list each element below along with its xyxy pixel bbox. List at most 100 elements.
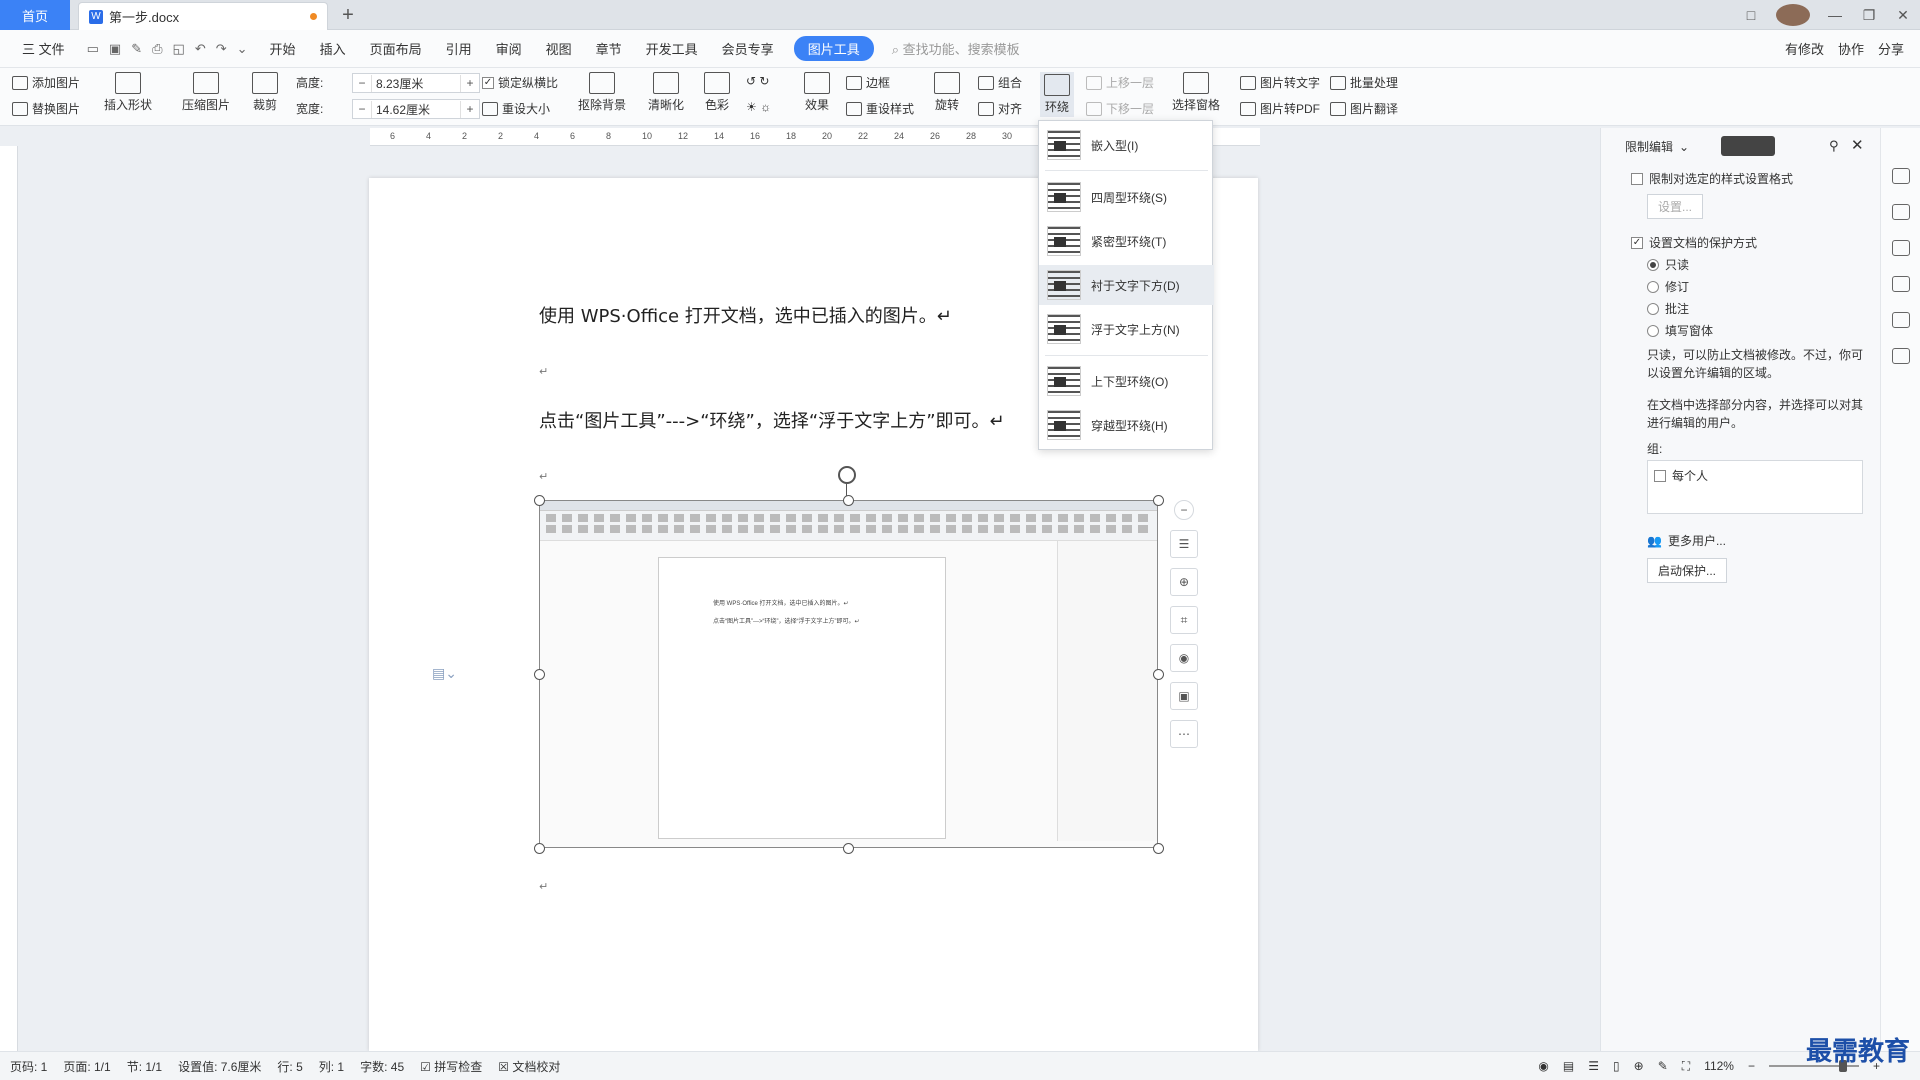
wrap-front-item[interactable]: 浮于文字上方(N) [1039, 309, 1214, 349]
border-button[interactable]: 边框 [846, 74, 890, 91]
panel-close-icon[interactable]: ✕ [1851, 136, 1864, 154]
img-to-pdf-button[interactable]: 图片转PDF [1240, 100, 1320, 117]
crop-float-icon[interactable]: ⌗ [1170, 606, 1198, 634]
send-backward-button[interactable]: 下移一层 [1086, 100, 1154, 117]
zoom-level[interactable]: 112% [1704, 1059, 1734, 1073]
pin-icon[interactable]: ⚲ [1829, 138, 1839, 154]
wrap-layout-icon[interactable]: ☰ [1170, 530, 1198, 558]
width-minus[interactable]: − [353, 102, 371, 116]
height-stepper[interactable]: −8.23厘米 + [352, 73, 480, 93]
selected-image[interactable]: 使用 WPS·Office 打开文档，选中已插入的图片。↵ 点击“图片工具”--… [539, 500, 1158, 848]
resize-handle-t[interactable] [843, 495, 854, 506]
eye-icon[interactable]: ◉ [1538, 1059, 1548, 1073]
compress-button[interactable]: 压缩图片 [182, 72, 230, 113]
paint-icon[interactable] [1891, 168, 1910, 184]
ime-badge-icon[interactable] [1721, 136, 1775, 156]
wrap-square-item[interactable]: 四周型环绕(S) [1039, 177, 1214, 217]
resize-handle-l[interactable] [534, 669, 545, 680]
outline-view-icon[interactable]: ☰ [1588, 1059, 1599, 1073]
start-protect-button[interactable]: 启动保护... [1647, 558, 1728, 583]
tab-home[interactable]: 首页 [0, 0, 70, 30]
wrap-behind-item[interactable]: 衬于文字下方(D) [1039, 265, 1214, 305]
img-to-text-button[interactable]: 图片转文字 [1240, 74, 1320, 91]
add-image-button[interactable]: 添加图片 [12, 74, 80, 91]
batch-button[interactable]: 批量处理 [1330, 74, 1398, 91]
resize-handle-bl[interactable] [534, 843, 545, 854]
brightness-icon[interactable]: ☀ ☼ [746, 100, 771, 114]
zoom-out-icon[interactable]: − [1748, 1059, 1755, 1073]
insert-shape-button[interactable]: 插入形状 [104, 72, 152, 113]
help-icon[interactable] [1891, 312, 1910, 328]
layout-icon[interactable]: □ [1734, 7, 1768, 23]
collapse-icon[interactable]: − [1174, 500, 1194, 520]
avatar[interactable] [1776, 4, 1810, 26]
align-button[interactable]: 对齐 [978, 100, 1022, 117]
menu-view[interactable]: 视图 [534, 39, 584, 58]
resize-handle-r[interactable] [1153, 669, 1164, 680]
panel-title[interactable]: 限制编辑 ⌄ [1625, 138, 1689, 155]
collaborate-button[interactable]: 协作 [1838, 39, 1864, 58]
preview-icon[interactable]: ◱ [173, 41, 185, 57]
remove-bg-button[interactable]: 抠除背景 [578, 72, 626, 113]
proofread-button[interactable]: ☒ 文档校对 [498, 1058, 560, 1075]
resize-handle-tl[interactable] [534, 495, 545, 506]
height-minus[interactable]: − [353, 76, 371, 90]
menu-start[interactable]: 开始 [258, 39, 308, 58]
lightbulb-icon[interactable]: ◉ [1170, 644, 1198, 672]
wrap-through-item[interactable]: 穿越型环绕(H) [1039, 405, 1214, 445]
minimize-icon[interactable]: — [1818, 7, 1852, 23]
page-view-icon[interactable]: ▤ [1563, 1059, 1574, 1073]
new-icon[interactable]: ▭ [87, 41, 99, 57]
image-convert-icon[interactable]: ▣ [1170, 682, 1198, 710]
menu-section[interactable]: 章节 [584, 39, 634, 58]
color-button[interactable]: 色彩 [704, 72, 730, 113]
reset-size-button[interactable]: 重设大小 [482, 100, 550, 117]
search-input[interactable]: ⌕ 查找功能、搜索模板 [892, 39, 1020, 58]
zoom-icon[interactable]: ⊕ [1170, 568, 1198, 596]
lock-ratio-checkbox[interactable]: ✓ 锁定纵横比 [482, 74, 558, 91]
wrap-tight-item[interactable]: 紧密型环绕(T) [1039, 221, 1214, 261]
radio-form[interactable]: 填写窗体 [1647, 322, 1713, 339]
print-icon[interactable]: ⎙ [152, 41, 162, 57]
close-icon[interactable]: ✕ [1886, 7, 1920, 24]
effect-button[interactable]: 效果 [804, 72, 830, 113]
height-value[interactable]: 8.23厘米 [371, 74, 461, 92]
width-plus[interactable]: + [461, 102, 479, 116]
cursor-icon[interactable] [1891, 240, 1910, 256]
redo-icon[interactable]: ↷ [216, 41, 227, 57]
doc-paragraph-1[interactable]: 使用 WPS·Office 打开文档，选中已插入的图片。↵ [539, 302, 952, 328]
translate-button[interactable]: 图片翻译 [1330, 100, 1398, 117]
menu-page-layout[interactable]: 页面布局 [358, 39, 434, 58]
web-view-icon[interactable]: ⊕ [1634, 1059, 1644, 1073]
doc-paragraph-2[interactable]: 点击“图片工具”--->“环绕”，选择“浮于文字上方”即可。↵ [539, 407, 1005, 433]
restrict-format-checkbox[interactable]: 限制对选定的样式设置格式 [1631, 170, 1793, 187]
settings-button[interactable]: 设置... [1647, 194, 1704, 219]
write-icon[interactable]: ✎ [1658, 1059, 1668, 1073]
format-painter-icon[interactable]: ✎ [131, 41, 142, 57]
menu-picture-tools[interactable]: 图片工具 [793, 36, 874, 61]
width-stepper[interactable]: −14.62厘米 + [352, 99, 480, 119]
share-button[interactable]: 分享 [1878, 39, 1904, 58]
adjust-icon[interactable] [1891, 276, 1910, 292]
restore-icon[interactable]: ❐ [1852, 7, 1886, 24]
save-icon[interactable]: ▣ [109, 41, 121, 57]
radio-revision[interactable]: 修订 [1647, 278, 1689, 295]
resize-handle-tr[interactable] [1153, 495, 1164, 506]
spell-check-button[interactable]: ☑ 拼写检查 [420, 1058, 482, 1075]
rotate-handle-icon[interactable] [838, 466, 856, 484]
menu-review[interactable]: 审阅 [484, 39, 534, 58]
menu-developer[interactable]: 开发工具 [634, 39, 710, 58]
replace-image-button[interactable]: 替换图片 [12, 100, 80, 117]
wrap-inline-item[interactable]: 嵌入型(I) [1039, 125, 1214, 165]
rotate-left-icon[interactable]: ↺ ↻ [746, 74, 769, 88]
wrap-topbottom-item[interactable]: 上下型环绕(O) [1039, 361, 1214, 401]
rotate-button[interactable]: 旋转 [934, 72, 960, 113]
menu-insert[interactable]: 插入 [308, 39, 358, 58]
new-tab-button[interactable]: + [336, 3, 360, 27]
resize-handle-br[interactable] [1153, 843, 1164, 854]
fit-icon[interactable]: ⛶ [1682, 1059, 1690, 1074]
select-pane-button[interactable]: 选择窗格 [1172, 72, 1220, 113]
more-icon[interactable]: ⋯ [1170, 720, 1198, 748]
read-view-icon[interactable]: ▯ [1613, 1059, 1620, 1073]
lock-icon[interactable] [1891, 348, 1910, 364]
